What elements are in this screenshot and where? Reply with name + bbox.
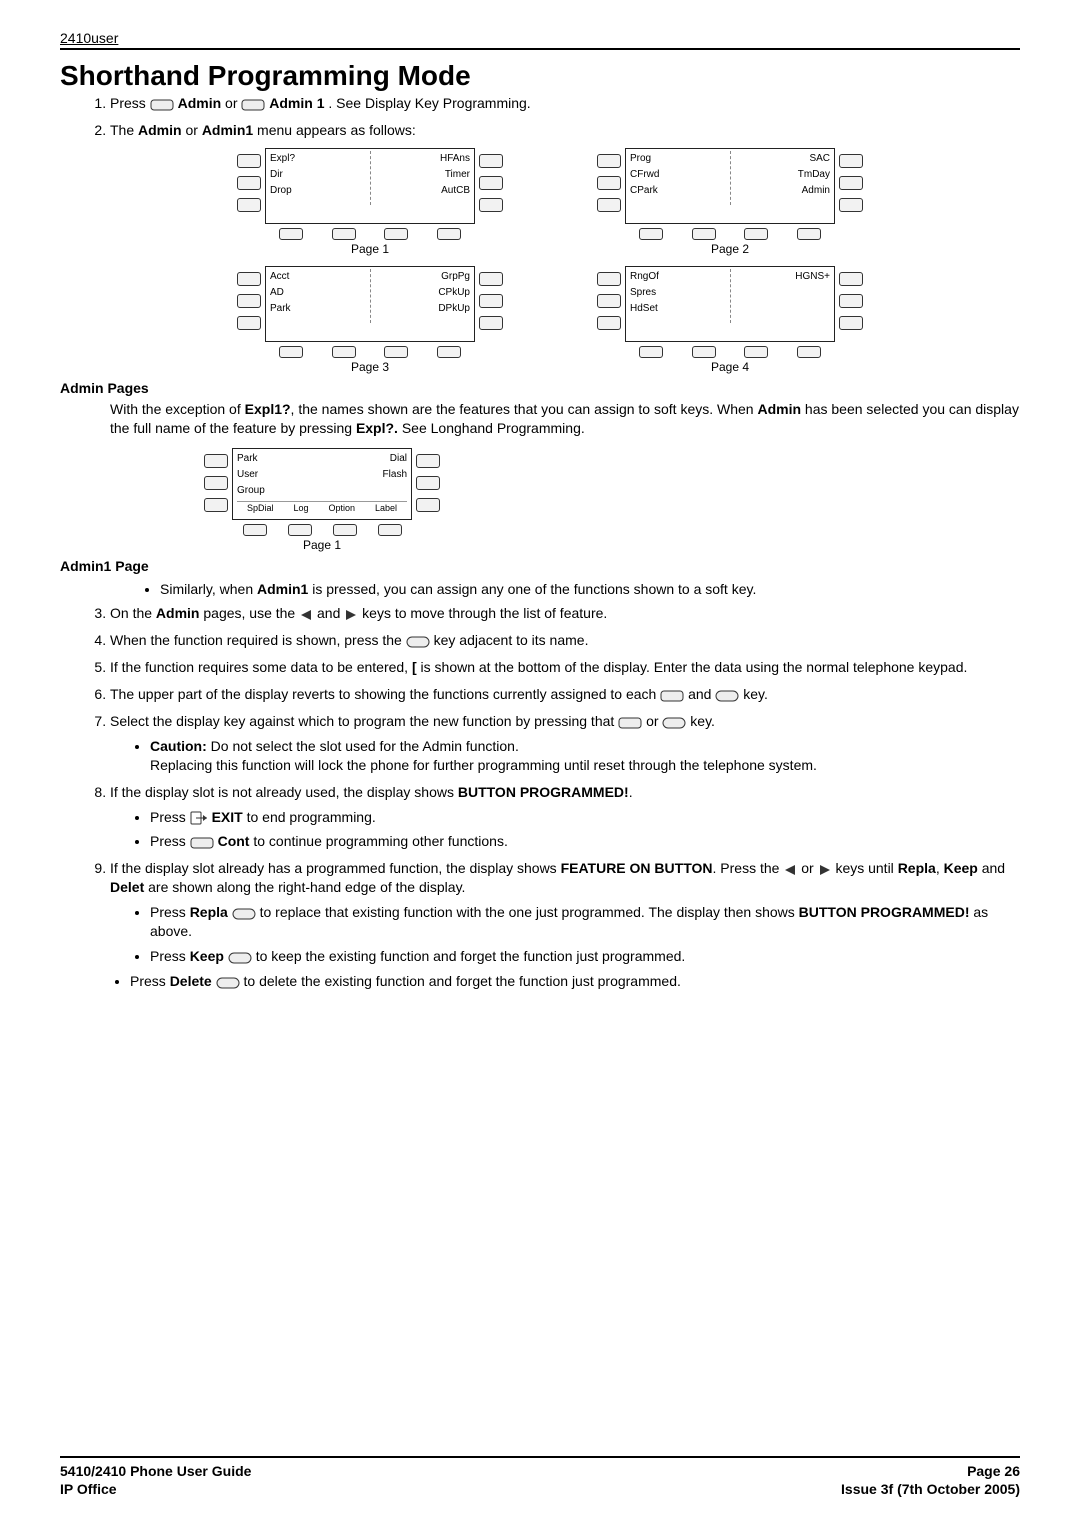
admin-pages-label: Admin Pages — [60, 380, 1020, 396]
oval-key-icon — [406, 636, 430, 648]
step-6: The upper part of the display reverts to… — [110, 685, 1020, 704]
step-3: On the Admin pages, use the and keys to … — [110, 604, 1020, 623]
oval-button-icon — [190, 837, 214, 849]
phone-button-icon — [597, 154, 621, 168]
phone-button-icon — [204, 476, 228, 490]
step-1: Press Admin or Admin 1 . See Display Key… — [110, 94, 1020, 113]
step-9-sub2: Press Keep to keep the existing function… — [150, 947, 1020, 966]
softkey-icon — [639, 228, 663, 240]
softkey-icon — [333, 524, 357, 536]
right-arrow-icon — [344, 609, 358, 621]
step-4: When the function required is shown, pre… — [110, 631, 1020, 650]
softkey-icon — [332, 228, 356, 240]
softkey-icon — [797, 346, 821, 358]
softkey-icon — [639, 346, 663, 358]
step-8: If the display slot is not already used,… — [110, 783, 1020, 852]
exit-phone-icon — [190, 811, 208, 825]
phone-button-icon — [839, 272, 863, 286]
phone-button-icon — [416, 476, 440, 490]
oval-key-icon — [715, 690, 739, 702]
admin-pages-diagram: Expl?DirDropHFAnsTimerAutCBPage 1 ProgCF… — [200, 148, 900, 374]
softkey-icon — [378, 524, 402, 536]
step-9-sub3: Press Delete to delete the existing func… — [130, 972, 1020, 991]
softkey-icon — [437, 346, 461, 358]
softkey-icon — [692, 346, 716, 358]
phone-button-icon — [416, 454, 440, 468]
oval-button-icon — [150, 99, 174, 111]
step-9-sub1: Press Repla to replace that existing fun… — [150, 903, 1020, 941]
phone-button-icon — [237, 294, 261, 308]
phone-button-icon — [237, 198, 261, 212]
phone-button-icon — [479, 198, 503, 212]
phone-button-icon — [479, 294, 503, 308]
softkey-icon — [744, 228, 768, 240]
step-2: The Admin or Admin1 menu appears as foll… — [110, 121, 1020, 140]
phone-button-icon — [839, 198, 863, 212]
phone-button-icon — [839, 294, 863, 308]
softkey-icon — [437, 228, 461, 240]
softkey-icon — [797, 228, 821, 240]
admin1-page-diagram: Park User Group Dial Flash SpDial — [200, 448, 1020, 552]
softkey-icon — [384, 346, 408, 358]
step-5: If the function requires some data to be… — [110, 658, 1020, 677]
step-8-sub2: Press Cont to continue programming other… — [150, 832, 1020, 851]
phone-button-icon — [237, 176, 261, 190]
softkey-icon — [243, 524, 267, 536]
step-8-sub1: Press EXIT to end programming. — [150, 808, 1020, 827]
admin-pages-text: With the exception of Expl1?, the names … — [110, 400, 1020, 438]
oval-key-icon — [216, 977, 240, 989]
page-footer: 5410/2410 Phone User Guide IP Office Pag… — [60, 1456, 1020, 1498]
phone-button-icon — [204, 498, 228, 512]
page-title: Shorthand Programming Mode — [60, 60, 1020, 92]
softkey-icon — [744, 346, 768, 358]
softkey-icon — [288, 524, 312, 536]
left-arrow-icon — [783, 864, 797, 876]
phone-button-icon — [204, 454, 228, 468]
right-arrow-icon — [818, 864, 832, 876]
softkey-icon — [279, 228, 303, 240]
phone-button-icon — [597, 198, 621, 212]
step-9: If the display slot already has a progra… — [110, 859, 1020, 990]
phone-button-icon — [237, 154, 261, 168]
admin1-bullet: Similarly, when Admin1 is pressed, you c… — [160, 580, 1020, 599]
oval-key-icon — [662, 717, 686, 729]
phone-button-icon — [479, 154, 503, 168]
oval-button-icon — [241, 99, 265, 111]
phone-button-icon — [597, 316, 621, 330]
softkey-icon — [279, 346, 303, 358]
header-text: 2410user — [60, 30, 118, 46]
phone-button-icon — [479, 272, 503, 286]
phone-button-icon — [597, 272, 621, 286]
phone-button-icon — [597, 294, 621, 308]
phone-button-icon — [237, 316, 261, 330]
phone-button-icon — [839, 176, 863, 190]
phone-button-icon — [597, 176, 621, 190]
phone-button-icon — [479, 176, 503, 190]
phone-button-icon — [839, 154, 863, 168]
step-7-caution: Caution: Do not select the slot used for… — [150, 737, 1020, 775]
softkey-icon — [384, 228, 408, 240]
oval-key-icon — [232, 908, 256, 920]
phone-button-icon — [479, 316, 503, 330]
softkey-icon — [332, 346, 356, 358]
oval-button-icon — [618, 717, 642, 729]
softkey-icon — [692, 228, 716, 240]
admin1-page-label: Admin1 Page — [60, 558, 1020, 574]
step-7: Select the display key against which to … — [110, 712, 1020, 775]
phone-button-icon — [416, 498, 440, 512]
left-arrow-icon — [299, 609, 313, 621]
oval-key-icon — [228, 952, 252, 964]
oval-button-icon — [660, 690, 684, 702]
phone-button-icon — [839, 316, 863, 330]
phone-button-icon — [237, 272, 261, 286]
